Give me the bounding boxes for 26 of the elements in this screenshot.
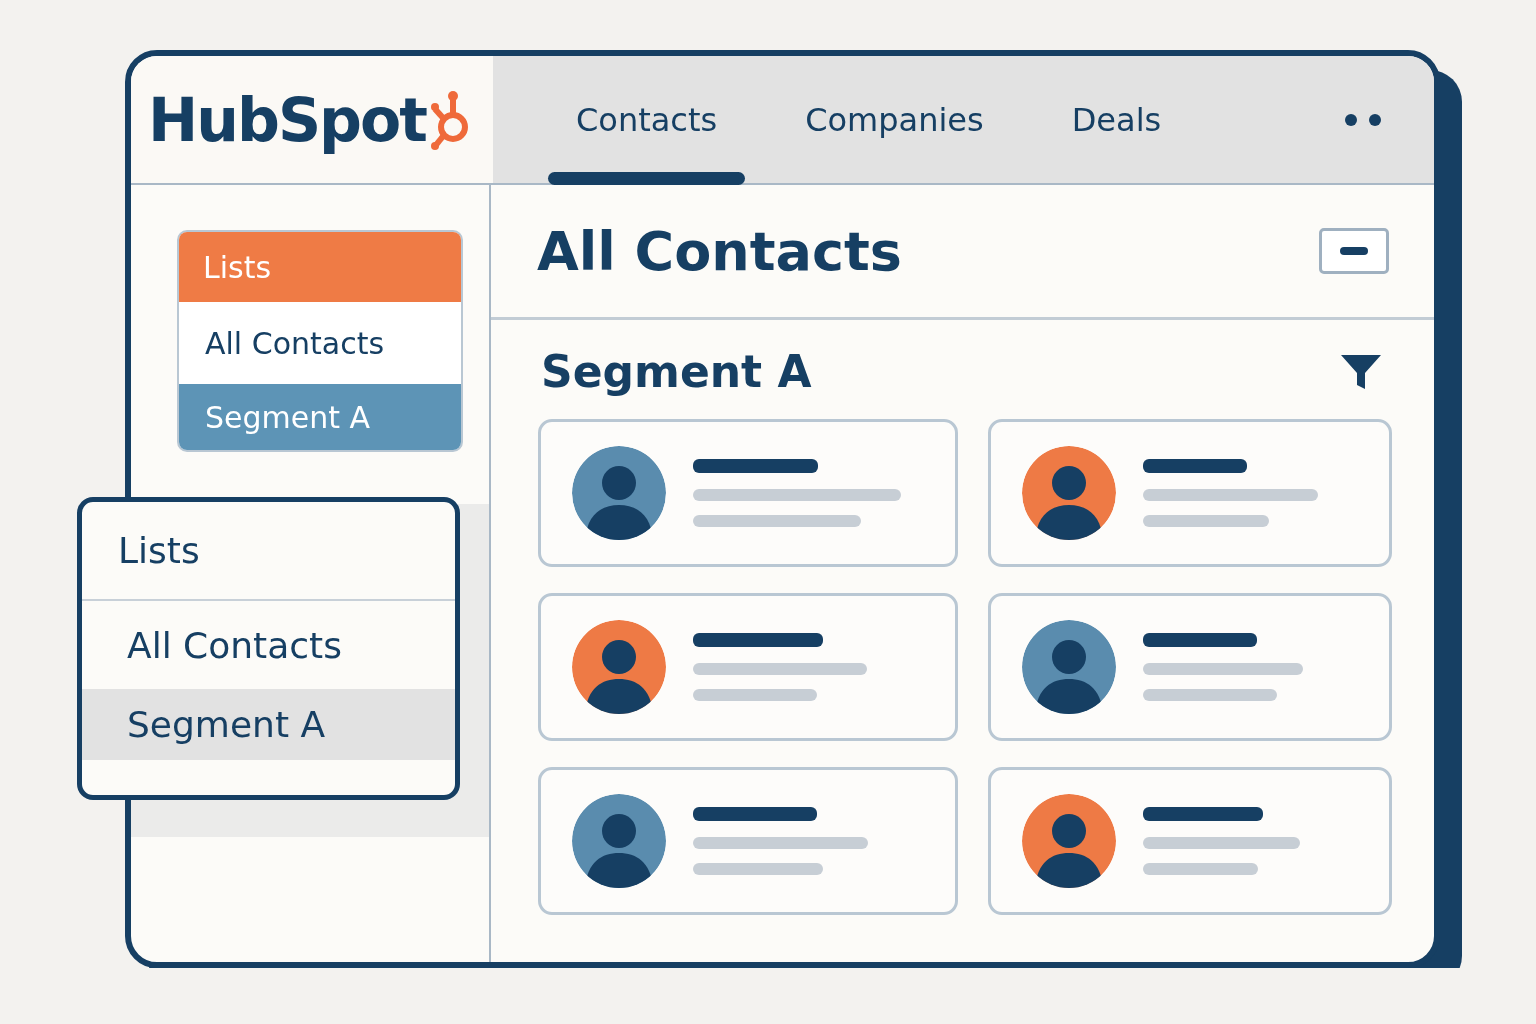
avatar-icon (571, 793, 667, 889)
lists-header: Lists (179, 232, 461, 302)
filter-icon[interactable] (1341, 354, 1381, 389)
contact-card[interactable] (988, 767, 1392, 915)
contact-card[interactable] (988, 593, 1392, 741)
nav-tab[interactable]: Deals (1043, 56, 1190, 183)
page-title: All Contacts (537, 219, 903, 283)
contact-card[interactable] (538, 419, 958, 567)
avatar-icon (1021, 793, 1117, 889)
avatar-icon (1021, 619, 1117, 715)
avatar-icon (571, 619, 667, 715)
contact-card[interactable] (538, 767, 958, 915)
avatar-icon (1021, 445, 1117, 541)
collapse-button[interactable] (1319, 228, 1389, 274)
contact-card[interactable] (538, 593, 958, 741)
logo-text: HubSpot (148, 84, 426, 155)
menu-item[interactable]: Segment A (82, 689, 455, 760)
more-icon[interactable] (1344, 112, 1382, 127)
nav-tab[interactable]: Contacts (548, 56, 746, 183)
nav-tab[interactable]: Companies (777, 56, 1012, 183)
minus-icon (1340, 247, 1368, 255)
popup-header: Lists (82, 502, 455, 601)
contact-card[interactable] (988, 419, 1392, 567)
segment-title: Segment A (541, 346, 813, 397)
avatar-icon (571, 445, 667, 541)
menu-item[interactable]: All Contacts (82, 601, 455, 689)
